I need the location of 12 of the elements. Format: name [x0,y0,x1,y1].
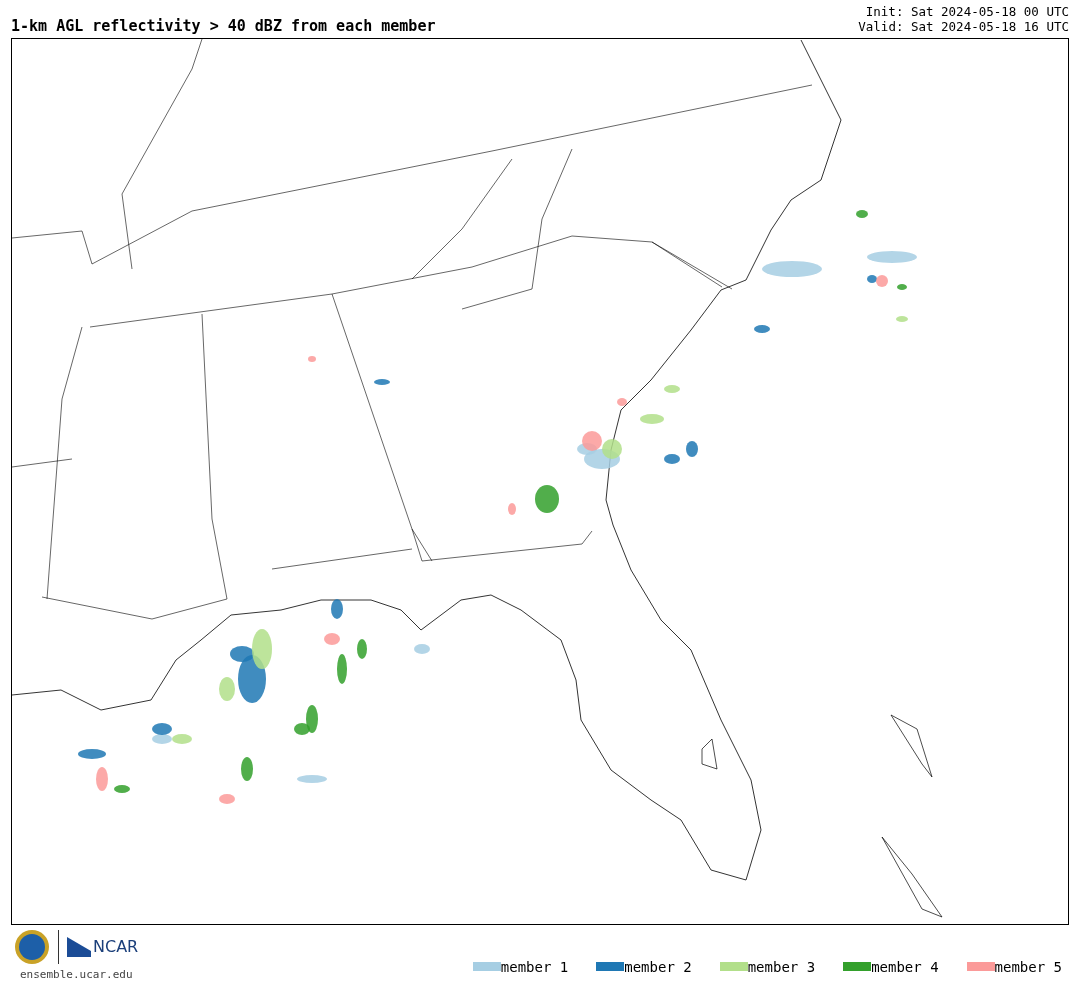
legend-label: member 1 [500,959,569,974]
legend-label: member 2 [624,959,692,974]
chart-title: 1-km AGL reflectivity > 40 dBZ from each member [11,19,436,34]
globe-seal-icon [14,929,50,965]
valid-time: Valid: Sat 2024-05-18 16 UTC [858,19,1069,34]
legend-label: member 4 [871,959,939,974]
legend-label: member 5 [994,959,1062,974]
site-url: ensemble.ucar.edu [19,967,133,983]
init-time: Init: Sat 2024-05-18 00 UTC [865,4,1069,19]
legend-label: member 3 [747,959,816,974]
swoosh-icon [67,937,91,957]
ncar-logo-text: NCAR [93,939,139,955]
